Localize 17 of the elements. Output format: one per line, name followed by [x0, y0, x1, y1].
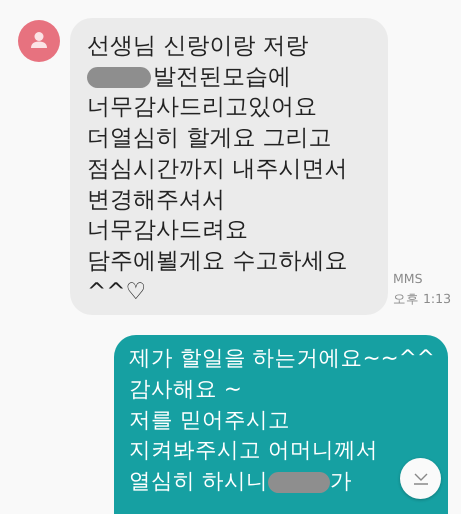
message-text: 감사해요 ~ [129, 376, 242, 404]
message-text: 너무감사드리고있어요 [87, 93, 317, 122]
message-text: ^^♡ [87, 278, 146, 307]
message-text: 선생님 신랑이랑 저랑 [87, 32, 309, 61]
message-text: 가 [330, 468, 352, 496]
message-text: 발전된모습에 [153, 62, 291, 92]
message-text: 더열심히 할게요 그리고 [87, 124, 332, 154]
message-text: 지켜봐주시고 어머니께서 [129, 437, 378, 466]
message-text: 담주에뵐게요 수고하세요 [87, 246, 348, 276]
message-text: 열심히 하시니 [129, 468, 268, 496]
message-text: 저를 믿어주시고 [129, 406, 290, 435]
message-text: 너무감사드려요 [87, 216, 248, 246]
message-text: 점심시간까지 내주시면서 [87, 154, 348, 184]
message-type: MMS [393, 270, 424, 288]
message-text: 변경해주셔서 [87, 186, 225, 215]
message-time: 오후 1:13 [393, 290, 452, 308]
message-text: 제가 할일을 하는거에요~~^^ [129, 345, 435, 374]
